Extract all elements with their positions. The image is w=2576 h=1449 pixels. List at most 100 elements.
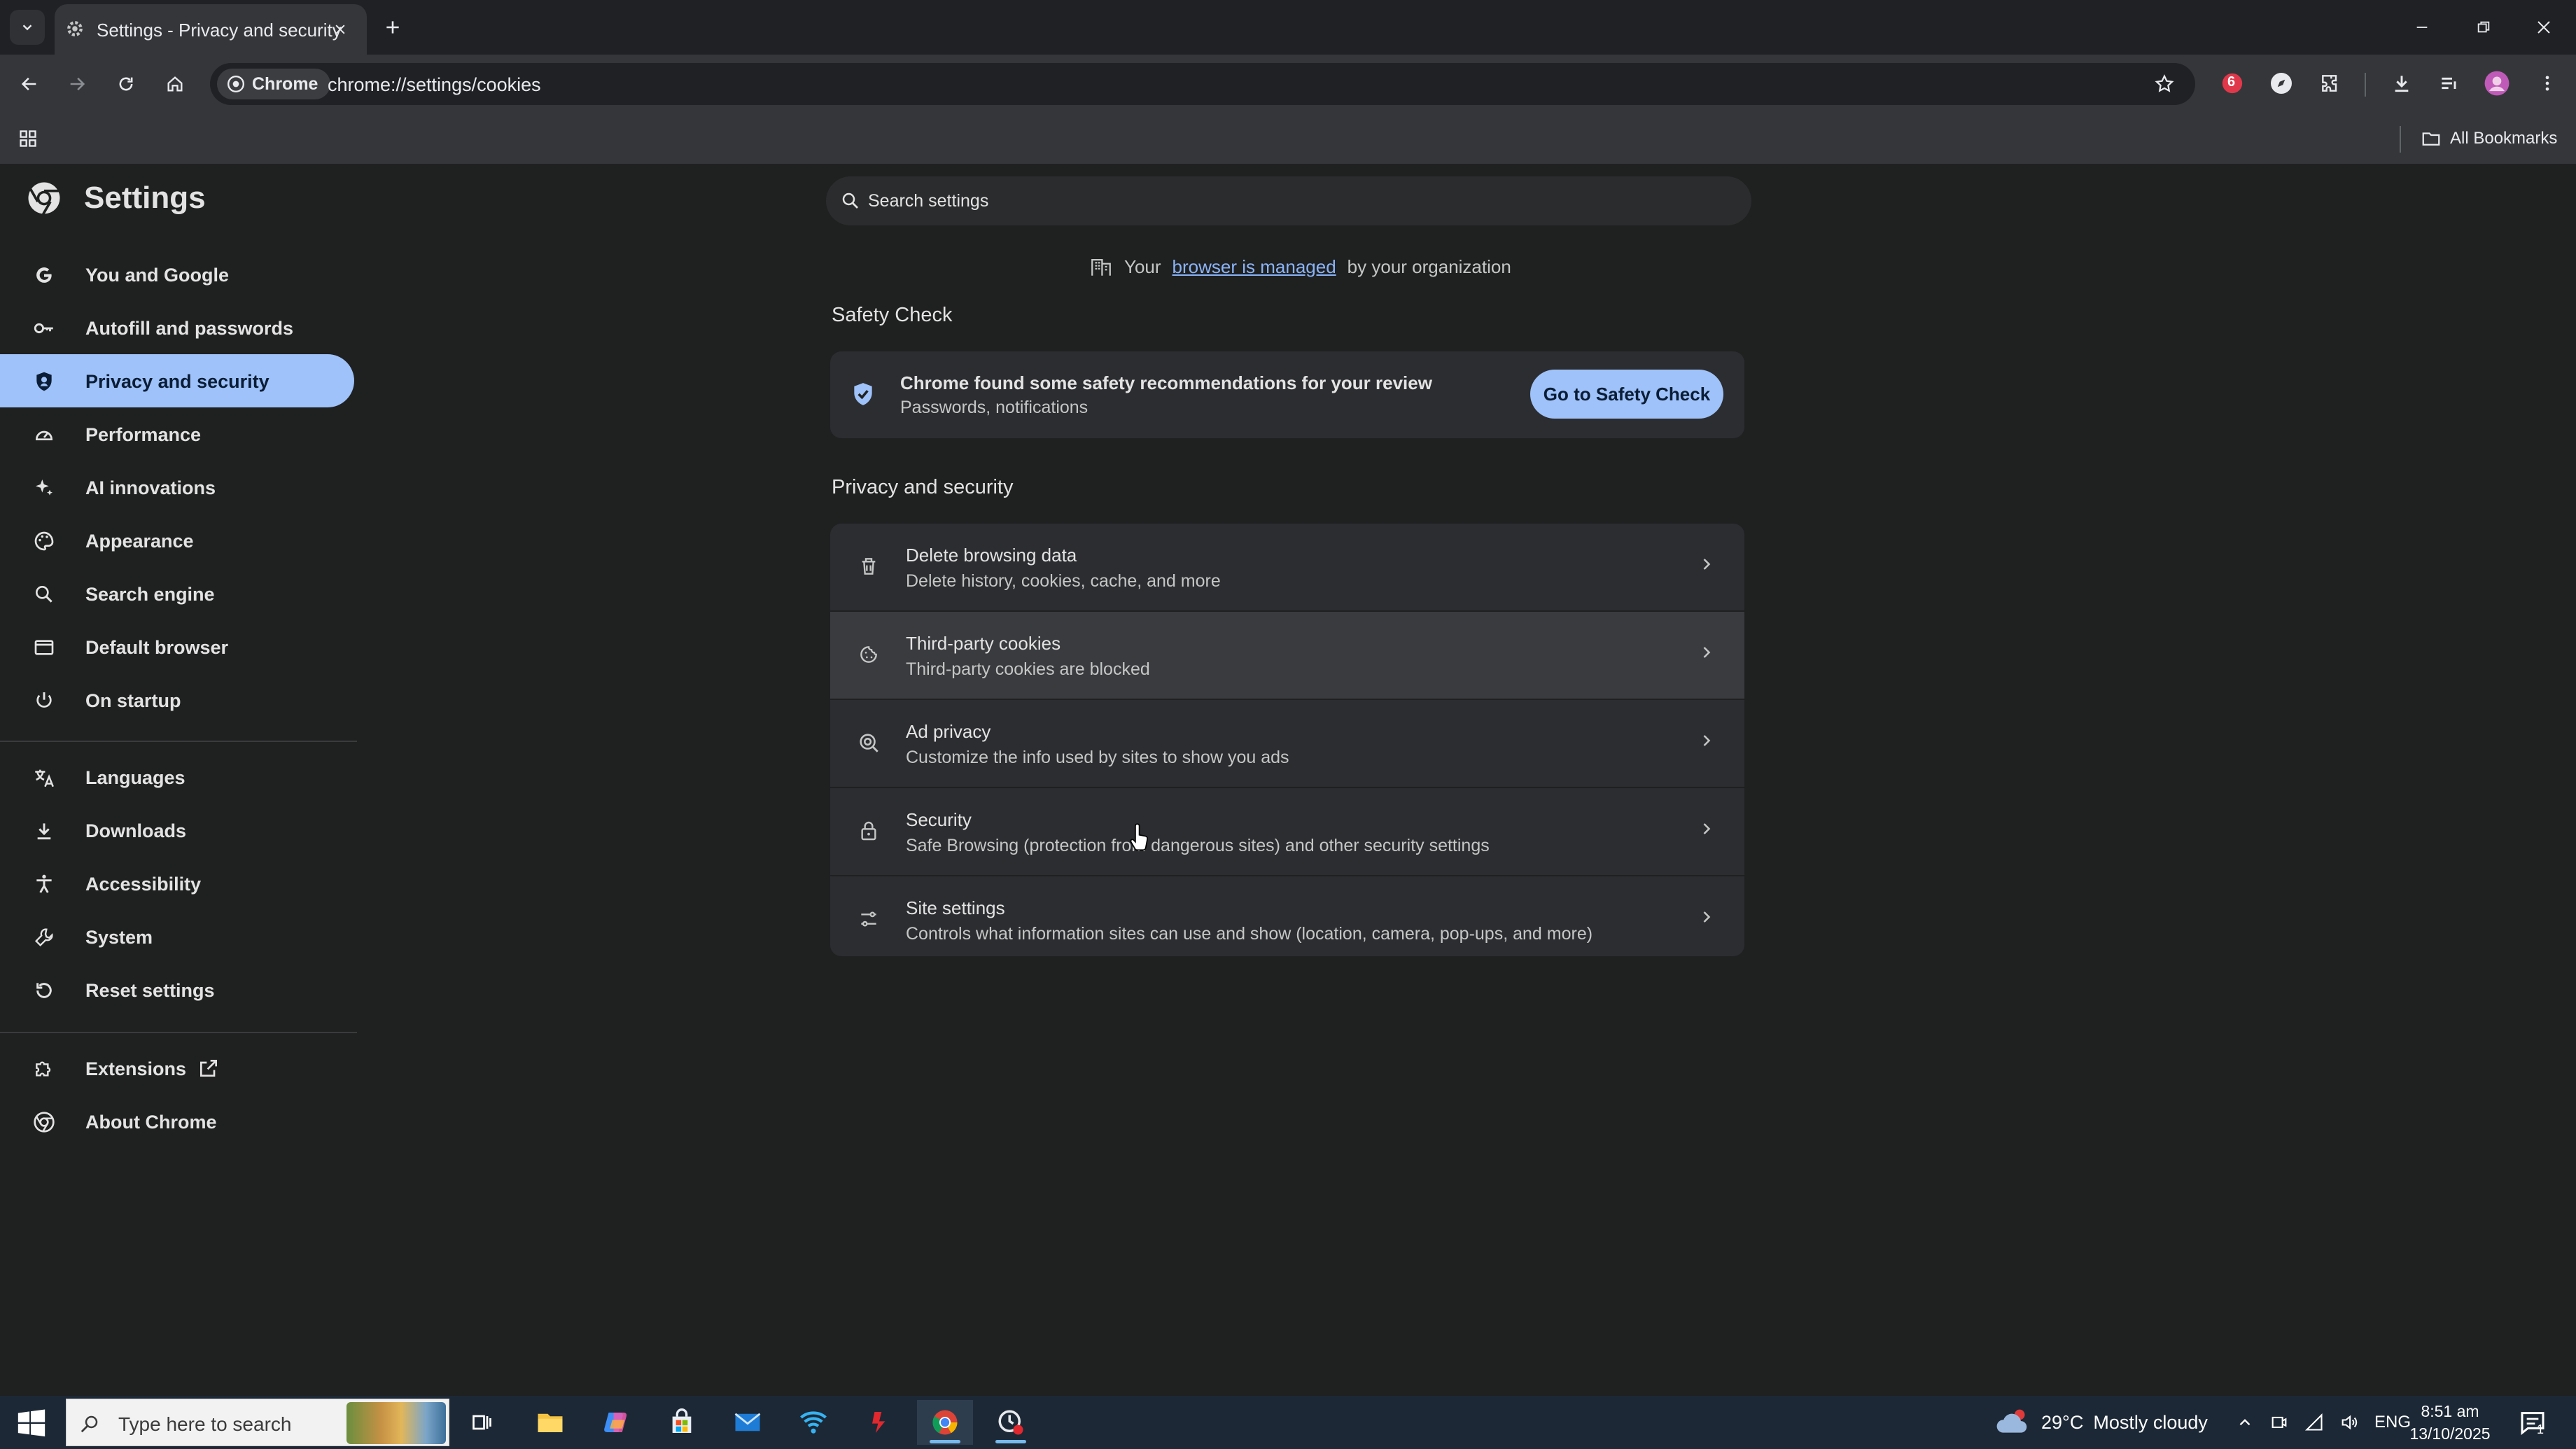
accessibility-icon: [32, 872, 56, 896]
site-info-chip[interactable]: Chrome: [217, 69, 331, 99]
tab-close-button[interactable]: [326, 15, 354, 43]
taskbar-vpn[interactable]: [785, 1400, 841, 1445]
extension-badge-button[interactable]: 6: [2213, 64, 2251, 102]
row-site-settings[interactable]: Site settings Controls what information …: [830, 876, 1744, 956]
extensions-button[interactable]: [2311, 64, 2349, 102]
address-bar[interactable]: Chrome chrome://settings/cookies: [210, 63, 2195, 105]
row-subtitle: Controls what information sites can use …: [906, 924, 1593, 944]
nav-item-appearance[interactable]: Appearance: [0, 514, 354, 567]
taskbar-red-app[interactable]: [851, 1400, 907, 1445]
task-view-icon: [472, 1415, 491, 1430]
chevron-right-icon: [1697, 819, 1716, 839]
nav-item-default-browser[interactable]: Default browser: [0, 620, 354, 673]
back-button[interactable]: [13, 67, 46, 101]
home-button[interactable]: [158, 67, 192, 101]
taskbar-clock[interactable]: 8:51 am 13/10/2025: [2408, 1400, 2492, 1445]
all-bookmarks-button[interactable]: All Bookmarks: [2421, 125, 2557, 153]
chevron-right-icon: [1697, 907, 1716, 927]
taskbar-chrome[interactable]: [917, 1400, 973, 1445]
row-delete-browsing-data[interactable]: Delete browsing data Delete history, coo…: [830, 524, 1744, 610]
row-ad-privacy[interactable]: Ad privacy Customize the info used by si…: [830, 700, 1744, 787]
downloads-button[interactable]: [2383, 64, 2421, 102]
extension-badge-count: 6: [2227, 74, 2236, 90]
shield-icon: [32, 370, 56, 393]
chrome-menu-button[interactable]: [2528, 64, 2566, 102]
tab-search-button[interactable]: [10, 10, 45, 45]
nav-item-languages[interactable]: Languages: [0, 750, 354, 804]
search-icon: [79, 1413, 100, 1434]
taskbar-screen-recorder[interactable]: [983, 1400, 1039, 1445]
row-subtitle: Customize the info used by sites to show…: [906, 748, 1289, 767]
bookmark-star-button[interactable]: [2150, 70, 2178, 98]
nav-divider: [0, 1032, 357, 1033]
nav-label: Accessibility: [85, 874, 202, 895]
managed-suffix: by your organization: [1347, 255, 1511, 277]
safety-check-heading: Safety Check: [832, 304, 953, 326]
row-security[interactable]: Security Safe Browsing (protection from …: [830, 788, 1744, 875]
volume-icon[interactable]: [2339, 1413, 2359, 1432]
reload-button[interactable]: [109, 67, 143, 101]
minimize-button[interactable]: [2397, 7, 2447, 48]
weather-widget[interactable]: 29°C Mostly cloudy: [1995, 1396, 2208, 1449]
start-button[interactable]: [15, 1407, 48, 1439]
media-controls-button[interactable]: [2430, 64, 2468, 102]
grid-icon: [20, 130, 36, 147]
row-title: Site settings: [906, 897, 1005, 918]
nav-item-about-chrome[interactable]: About Chrome: [0, 1095, 354, 1148]
profile-avatar[interactable]: [2478, 64, 2516, 102]
nav-item-you-and-google[interactable]: You and Google: [0, 248, 354, 301]
nav-item-autofill[interactable]: Autofill and passwords: [0, 301, 354, 354]
chevron-right-icon: [1697, 731, 1716, 750]
managed-notice: Your browser is managed by your organiza…: [1089, 255, 1511, 279]
home-icon: [167, 76, 183, 92]
managed-prefix: Your: [1124, 255, 1161, 277]
language-indicator[interactable]: ENG: [2374, 1413, 2411, 1432]
nav-item-reset-settings[interactable]: Reset settings: [0, 963, 354, 1016]
nav-label: Downloads: [85, 820, 187, 841]
bookmarks-separator: [2400, 126, 2401, 153]
nav-item-downloads[interactable]: Downloads: [0, 804, 354, 857]
nav-item-privacy-and-security[interactable]: Privacy and security: [0, 354, 354, 407]
chevron-up-icon[interactable]: [2236, 1413, 2254, 1432]
active-tab[interactable]: Settings - Privacy and security: [55, 4, 367, 55]
mouse-cursor-icon: [1128, 822, 1152, 854]
taskbar-store[interactable]: [654, 1400, 710, 1445]
taskbar-search-box[interactable]: Type here to search: [66, 1399, 449, 1446]
nav-item-on-startup[interactable]: On startup: [0, 673, 354, 727]
nav-item-system[interactable]: System: [0, 910, 354, 963]
playlist-icon: [2442, 77, 2456, 90]
nav-item-performance[interactable]: Performance: [0, 407, 354, 461]
row-title: Third-party cookies: [906, 633, 1061, 654]
forward-button[interactable]: [60, 67, 94, 101]
search-icon: [840, 190, 861, 211]
task-view-button[interactable]: [455, 1400, 511, 1445]
go-to-safety-check-button[interactable]: Go to Safety Check: [1530, 370, 1723, 419]
cookie-icon: [855, 641, 882, 668]
folder-icon: [538, 1413, 563, 1432]
row-third-party-cookies[interactable]: Third-party cookies Third-party cookies …: [830, 612, 1744, 699]
nav-label: On startup: [85, 690, 181, 711]
window-close-button[interactable]: [2519, 7, 2569, 48]
taskbar-mail[interactable]: [720, 1400, 776, 1445]
browser-managed-link[interactable]: browser is managed: [1172, 256, 1336, 278]
nav-item-ai-innovations[interactable]: AI innovations: [0, 461, 354, 514]
nav-item-extensions[interactable]: Extensions: [0, 1042, 354, 1095]
compass-extension-button[interactable]: [2262, 64, 2300, 102]
wifi-shield-icon: [800, 1411, 827, 1434]
apps-button[interactable]: [13, 123, 43, 154]
url-text[interactable]: chrome://settings/cookies: [328, 74, 541, 96]
taskbar-copilot[interactable]: [588, 1400, 644, 1445]
network-icon[interactable]: [2304, 1413, 2324, 1432]
restore-button[interactable]: [2458, 7, 2509, 48]
nav-item-search-engine[interactable]: Search engine: [0, 567, 354, 620]
chevron-right-icon: [1697, 643, 1716, 662]
meet-now-icon[interactable]: [2269, 1413, 2289, 1432]
taskbar-file-explorer[interactable]: [522, 1400, 578, 1445]
notification-center-button[interactable]: 1: [2519, 1396, 2547, 1449]
settings-search-box[interactable]: [826, 176, 1751, 225]
new-tab-button[interactable]: [378, 13, 407, 42]
google-icon: [32, 263, 56, 287]
nav-item-accessibility[interactable]: Accessibility: [0, 857, 354, 910]
settings-search-input[interactable]: [867, 186, 1707, 216]
safety-check-card: Chrome found some safety recommendations…: [830, 351, 1744, 438]
